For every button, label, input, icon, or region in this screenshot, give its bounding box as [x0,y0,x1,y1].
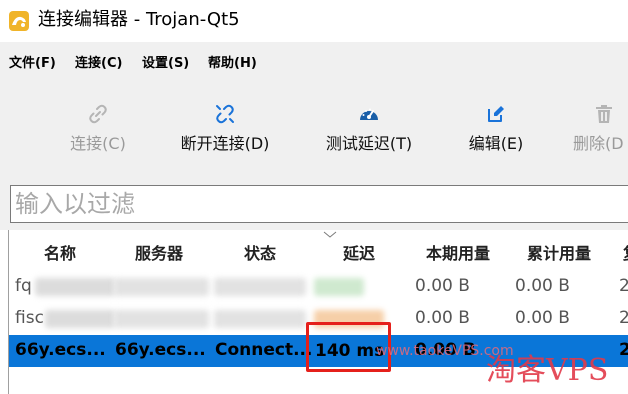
filter-input[interactable] [10,185,628,223]
redacted-area [214,278,306,296]
test-latency-button[interactable]: 测试延迟(T) [319,104,419,164]
column-total-usage[interactable]: 累计用量 [527,240,591,264]
redacted-area [114,310,209,328]
test-latency-label: 测试延迟(T) [325,134,413,153]
cell-period-usage: 0.00 B [415,308,470,328]
column-latency[interactable]: 延迟 [343,240,375,264]
delete-button[interactable]: 删除(D [573,104,628,164]
title-bar: 连接编辑器 - Trojan-Qt5 [0,0,628,42]
cell-name: 66y.ecs... [15,340,106,360]
redacted-area [214,310,306,328]
column-status[interactable]: 状态 [244,240,276,264]
cell-total-usage: 0.00 B [515,276,570,296]
cell-period-usage: 0.00 B [415,276,470,296]
trash-icon [596,105,612,123]
table-header: 名称 服务器 状态 延迟 本期用量 累计用量 复 [9,230,628,270]
cell-extra: 20 [619,340,628,360]
toolbar: 连接(C) 断开连接(D) 测试延迟(T) 编辑(E) 删除(D [0,80,628,178]
menu-file[interactable]: 文件(F) [9,52,56,71]
latency-indicator [314,278,364,296]
redacted-area [35,278,115,296]
cell-total-usage: 0.00 B [515,308,570,328]
window-title: 连接编辑器 - Trojan-Qt5 [38,9,240,30]
filter-area [0,178,628,230]
cell-status: Connect... [215,340,313,360]
column-name[interactable]: 名称 [44,240,76,264]
column-extra[interactable]: 复 [623,240,628,264]
link-icon [89,104,107,124]
cell-name: fisc [15,308,44,328]
column-period-usage[interactable]: 本期用量 [426,240,490,264]
speedometer-icon [360,108,378,120]
menu-bar: 文件(F) 连接(C) 设置(S) 帮助(H) [0,42,628,80]
disconnect-label: 断开连接(D) [180,134,270,153]
edit-label: 编辑(E) [468,134,524,153]
menu-help[interactable]: 帮助(H) [208,52,257,71]
table-row[interactable]: fq 0.00 B 0.00 B 2 [9,271,628,303]
watermark: 淘客VPS [486,353,609,388]
redacted-area [114,278,209,296]
redacted-area [45,310,115,328]
sort-down-icon [323,231,337,238]
column-server[interactable]: 服务器 [135,240,183,264]
cell-name: fq [15,276,32,296]
pencil-icon [488,106,504,122]
delete-label: 删除(D [573,134,624,153]
broken-link-icon [216,104,234,124]
cell-extra: 2 [619,276,628,296]
connect-label: 连接(C) [70,134,126,153]
menu-settings[interactable]: 设置(S) [142,52,189,71]
edit-button[interactable]: 编辑(E) [465,104,527,164]
menu-connection[interactable]: 连接(C) [75,52,122,71]
trojan-app-icon [9,11,29,31]
disconnect-button[interactable]: 断开连接(D) [174,104,276,164]
cell-extra: 2 [619,308,628,328]
connect-button[interactable]: 连接(C) [64,104,132,164]
cell-server: 66y.ecs... [115,340,206,360]
